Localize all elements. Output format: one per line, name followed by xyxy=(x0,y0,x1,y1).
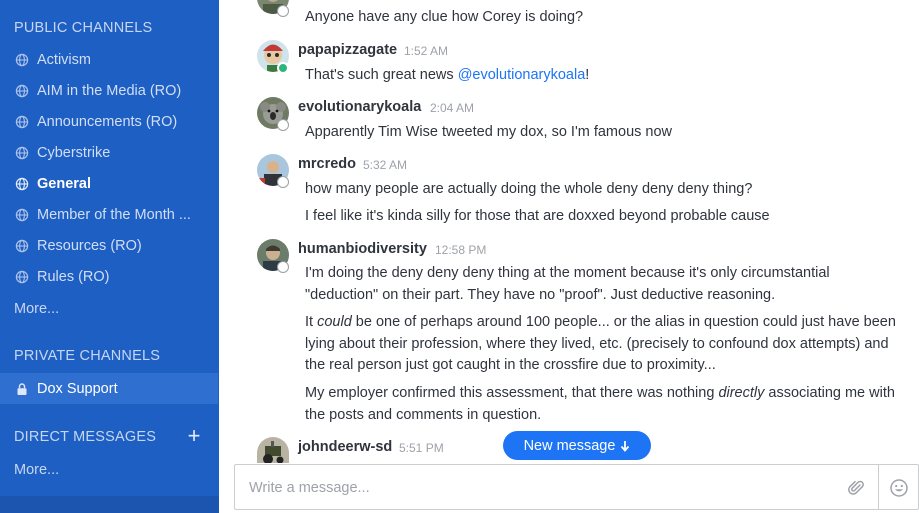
globe-icon xyxy=(15,177,29,191)
sidebar-item-rules[interactable]: Rules (RO) xyxy=(0,262,218,292)
sidebar-item-label: Resources (RO) xyxy=(37,238,142,254)
sidebar-item-member-of-the-month[interactable]: Member of the Month ... xyxy=(0,200,218,230)
username[interactable]: evolutionarykoala xyxy=(298,99,421,115)
globe-icon xyxy=(15,53,29,67)
message-text-part: be one of perhaps around 100 people... o… xyxy=(305,314,896,373)
new-message-button[interactable]: New message xyxy=(503,431,651,460)
timestamp: 2:04 AM xyxy=(430,101,475,115)
arrow-down-icon xyxy=(621,440,630,452)
message-paragraph: It could be one of perhaps around 100 pe… xyxy=(305,312,905,377)
message-text-part: That's such great news xyxy=(305,67,458,83)
sidebar-item-resources[interactable]: Resources (RO) xyxy=(0,231,218,261)
message-text: Anyone have any clue how Corey is doing? xyxy=(305,9,584,25)
message-text: That's such great news @evolutionarykoal… xyxy=(305,65,905,87)
globe-icon xyxy=(15,239,29,253)
sidebar-item-label: General xyxy=(37,176,91,192)
message-composer xyxy=(234,464,919,510)
sidebar-item-activism[interactable]: Activism xyxy=(0,45,218,75)
globe-icon xyxy=(15,84,29,98)
sidebar-item-label: AIM in the Media (RO) xyxy=(37,83,182,99)
public-channels-title: PUBLIC CHANNELS xyxy=(14,20,153,36)
direct-messages-title: DIRECT MESSAGES xyxy=(14,429,157,445)
private-channels-title: PRIVATE CHANNELS xyxy=(14,348,161,364)
sidebar-item-label: Rules (RO) xyxy=(37,269,110,285)
user-mention[interactable]: @evolutionarykoala xyxy=(458,67,586,83)
add-direct-message-button[interactable]: + xyxy=(185,425,203,447)
message-text: Apparently Tim Wise tweeted my dox, so I… xyxy=(305,124,673,140)
emphasis-text: could xyxy=(317,314,352,330)
globe-icon xyxy=(15,208,29,222)
sidebar-item-cyberstrike[interactable]: Cyberstrike xyxy=(0,138,218,168)
offline-status-icon xyxy=(277,119,289,131)
online-status-icon xyxy=(277,62,289,74)
message-area: Anyone have any clue how Corey is doing?… xyxy=(219,0,919,513)
public-channels-more-link[interactable]: More... xyxy=(14,301,59,317)
new-message-label: New message xyxy=(523,437,616,454)
sidebar-item-dox-support[interactable]: Dox Support xyxy=(0,373,218,404)
lock-icon xyxy=(15,382,29,396)
message-paragraph: My employer confirmed this assessment, t… xyxy=(305,383,905,426)
username[interactable]: papapizzagate xyxy=(298,42,397,58)
message-input[interactable] xyxy=(249,475,829,501)
offline-status-icon xyxy=(277,261,289,273)
message-text: how many people are actually doing the w… xyxy=(305,181,753,197)
offline-status-icon xyxy=(277,176,289,188)
username[interactable]: mrcredo xyxy=(298,156,356,172)
avatar[interactable] xyxy=(257,437,289,463)
username[interactable]: johndeerw-sd xyxy=(298,439,392,455)
sidebar-item-general[interactable]: General xyxy=(0,169,218,199)
sidebar-item-label: Activism xyxy=(37,52,91,68)
sidebar-item-label: Member of the Month ... xyxy=(37,207,191,223)
message-text-part: It xyxy=(305,314,318,330)
direct-messages-more-link[interactable]: More... xyxy=(14,462,59,478)
timestamp: 5:32 AM xyxy=(363,158,408,172)
globe-icon xyxy=(15,270,29,284)
smiley-icon[interactable] xyxy=(889,478,909,498)
paperclip-icon[interactable] xyxy=(846,478,866,498)
timestamp: 12:58 PM xyxy=(435,243,487,257)
timestamp: 5:51 PM xyxy=(399,441,444,455)
message-text-part: My employer confirmed this assessment, t… xyxy=(305,385,719,401)
offline-status-icon xyxy=(277,5,289,17)
username[interactable]: humanbiodiversity xyxy=(298,241,427,257)
sidebar-footer xyxy=(0,496,219,513)
message-paragraph: I'm doing the deny deny deny thing at th… xyxy=(305,265,830,303)
composer-divider xyxy=(878,465,879,509)
timestamp: 1:52 AM xyxy=(404,44,449,58)
message-text: I feel like it's kinda silly for those t… xyxy=(305,208,770,224)
sidebar-item-label: Dox Support xyxy=(37,380,118,397)
message-text-part: ! xyxy=(585,67,590,83)
sidebar: PUBLIC CHANNELS Activism AIM in the Medi… xyxy=(0,0,219,513)
globe-icon xyxy=(15,146,29,160)
globe-icon xyxy=(15,115,29,129)
sidebar-item-aim-in-the-media[interactable]: AIM in the Media (RO) xyxy=(0,76,218,106)
sidebar-item-label: Cyberstrike xyxy=(37,145,111,161)
sidebar-item-announcements[interactable]: Announcements (RO) xyxy=(0,107,218,137)
sidebar-item-label: Announcements (RO) xyxy=(37,114,178,130)
emphasis-text: directly xyxy=(718,385,765,401)
